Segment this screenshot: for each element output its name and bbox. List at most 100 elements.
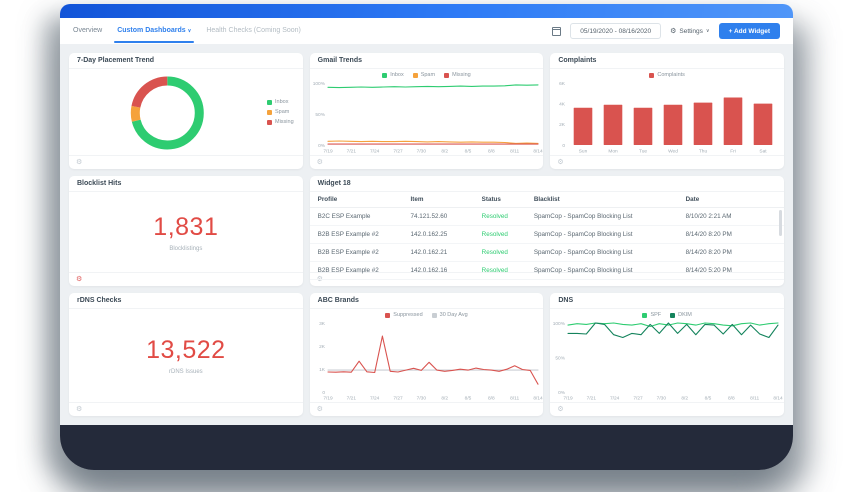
widget-settings-gear-icon[interactable]: ⚙: [557, 159, 563, 166]
widget-rdns-checks: rDNS Checks 13,522 rDNS Issues ⚙: [69, 293, 303, 416]
svg-text:0: 0: [563, 143, 566, 149]
table-cell: B2B ESP Example #2: [310, 262, 405, 280]
svg-text:0: 0: [322, 390, 325, 396]
widget18-table: Profile Item Status Blacklist Date B2C E…: [310, 192, 784, 280]
add-widget-button[interactable]: + Add Widget: [719, 23, 780, 39]
settings-menu[interactable]: ⚙ Settings ∨: [670, 27, 709, 35]
widget-title: rDNS Checks: [69, 293, 303, 309]
widget-settings-gear-icon[interactable]: ⚙: [317, 406, 323, 413]
chevron-down-icon: ∨: [706, 28, 710, 34]
svg-text:2K: 2K: [319, 344, 326, 350]
table-cell: 142.0.162.16: [405, 262, 476, 280]
column-header: Blacklist: [528, 192, 680, 208]
column-header: Date: [680, 192, 784, 208]
svg-text:50%: 50%: [556, 355, 566, 361]
svg-text:8/11: 8/11: [751, 396, 760, 402]
widget-18-table-card: Widget 18 Profile Item Status Blacklist …: [310, 176, 784, 286]
table-row[interactable]: B2B ESP Example #2142.0.162.25ResolvedSp…: [310, 226, 784, 244]
app-window: Overview Custom Dashboards∨ Health Check…: [60, 4, 793, 470]
column-header: Status: [476, 192, 528, 208]
tab-custom-dashboards[interactable]: Custom Dashboards∨: [117, 18, 191, 44]
dns-chart: 100%50%0%7/197/217/247/277/308/28/58/88/…: [550, 309, 784, 402]
svg-text:8/2: 8/2: [441, 396, 448, 402]
widget-settings-gear-icon[interactable]: ⚙: [557, 406, 563, 413]
svg-text:8/5: 8/5: [464, 149, 471, 155]
svg-text:7/30: 7/30: [416, 396, 426, 402]
chart-legend: Inbox Spam Missing: [267, 99, 294, 125]
svg-text:7/19: 7/19: [323, 396, 333, 402]
widget-title: Gmail Trends: [310, 53, 544, 69]
widget-title: Blocklist Hits: [69, 176, 303, 192]
table-cell: SpamCop - SpamCop Blocking List: [528, 226, 680, 244]
table-cell: Resolved: [476, 262, 528, 280]
tab-health-checks[interactable]: Health Checks (Coming Soon): [206, 18, 301, 44]
legend-item: Inbox: [267, 99, 294, 105]
widget-dns: DNS 100%50%0%7/197/217/247/277/308/28/58…: [550, 293, 784, 416]
svg-text:8/8: 8/8: [488, 149, 495, 155]
svg-text:Thu: Thu: [699, 149, 708, 155]
widget-blocklist-hits: Blocklist Hits 1,831 Blocklistings ⚙: [69, 176, 303, 286]
widget-settings-gear-icon[interactable]: ⚙: [76, 159, 82, 166]
widget-abc-brands: ABC Brands 3K2K1K07/197/217/247/277/308/…: [310, 293, 544, 416]
table-cell: 8/14/20 8:20 PM: [680, 244, 784, 262]
svg-text:8/11: 8/11: [510, 396, 519, 402]
table-cell: 142.0.162.21: [405, 244, 476, 262]
svg-text:Sun: Sun: [579, 149, 588, 155]
chevron-down-icon: ∨: [188, 28, 192, 34]
tab-health-checks-label: Health Checks (Coming Soon): [206, 27, 301, 34]
table-cell: SpamCop - SpamCop Blocking List: [528, 262, 680, 280]
gear-icon: ⚙: [670, 27, 676, 35]
widget-gmail-trends: Gmail Trends 100%50%0%7/197/217/247/277/…: [310, 53, 544, 169]
svg-text:Fri: Fri: [731, 149, 737, 155]
blocklist-hits-value: 1,831: [153, 213, 218, 242]
svg-text:7/24: 7/24: [370, 396, 380, 402]
table-cell: Resolved: [476, 226, 528, 244]
svg-text:7/27: 7/27: [393, 149, 403, 155]
column-header: Profile: [310, 192, 405, 208]
rdns-issues-subtitle: rDNS Issues: [169, 369, 203, 375]
svg-text:7/21: 7/21: [346, 396, 356, 402]
date-range-picker[interactable]: 05/19/2020 - 08/16/2020: [570, 23, 661, 39]
widget-complaints: Complaints 6K4K2K0SunMonTueWedThuFriSat …: [550, 53, 784, 169]
widget-settings-gear-icon[interactable]: ⚙: [76, 406, 82, 413]
svg-text:7/30: 7/30: [416, 149, 426, 155]
svg-text:8/5: 8/5: [705, 396, 712, 402]
svg-text:100%: 100%: [553, 321, 566, 327]
legend-item: Missing: [267, 119, 294, 125]
svg-text:7/21: 7/21: [587, 396, 597, 402]
legend-item: Spam: [267, 109, 294, 115]
svg-text:100%: 100%: [312, 81, 325, 87]
table-row[interactable]: B2C ESP Example74.121.52.60ResolvedSpamC…: [310, 208, 784, 226]
svg-text:7/24: 7/24: [610, 396, 620, 402]
window-bottom-panel: [60, 425, 793, 470]
svg-text:8/14: 8/14: [533, 149, 543, 155]
svg-text:7/27: 7/27: [393, 396, 403, 402]
dashboard-grid: 7-Day Placement Trend InboxSpamMissing ⚙…: [60, 44, 793, 425]
widget-settings-gear-icon[interactable]: ⚙: [76, 276, 82, 283]
svg-text:50%: 50%: [315, 112, 325, 118]
table-cell: B2C ESP Example: [310, 208, 405, 226]
complaints-bar-chart: 6K4K2K0SunMonTueWedThuFriSat: [550, 69, 784, 155]
table-cell: B2B ESP Example #2: [310, 244, 405, 262]
svg-text:Wed: Wed: [668, 149, 678, 155]
svg-text:8/14: 8/14: [774, 396, 784, 402]
svg-text:8/11: 8/11: [510, 149, 519, 155]
svg-text:7/19: 7/19: [564, 396, 574, 402]
svg-text:0%: 0%: [318, 143, 326, 149]
table-row[interactable]: B2B ESP Example #2142.0.162.21ResolvedSp…: [310, 244, 784, 262]
table-cell: Resolved: [476, 208, 528, 226]
svg-text:8/14: 8/14: [533, 396, 543, 402]
svg-text:8/5: 8/5: [464, 396, 471, 402]
tab-overview[interactable]: Overview: [73, 18, 102, 44]
svg-text:8/2: 8/2: [441, 149, 448, 155]
svg-text:7/30: 7/30: [657, 396, 667, 402]
table-cell: 74.121.52.60: [405, 208, 476, 226]
table-row[interactable]: B2B ESP Example #2142.0.162.16ResolvedSp…: [310, 262, 784, 280]
table-scrollbar[interactable]: [779, 210, 782, 236]
table-cell: Resolved: [476, 244, 528, 262]
svg-text:1K: 1K: [319, 367, 326, 373]
svg-text:7/24: 7/24: [370, 149, 380, 155]
widget-settings-gear-icon[interactable]: ⚙: [317, 159, 323, 166]
table-header-row: Profile Item Status Blacklist Date: [310, 192, 784, 208]
svg-text:7/21: 7/21: [346, 149, 356, 155]
